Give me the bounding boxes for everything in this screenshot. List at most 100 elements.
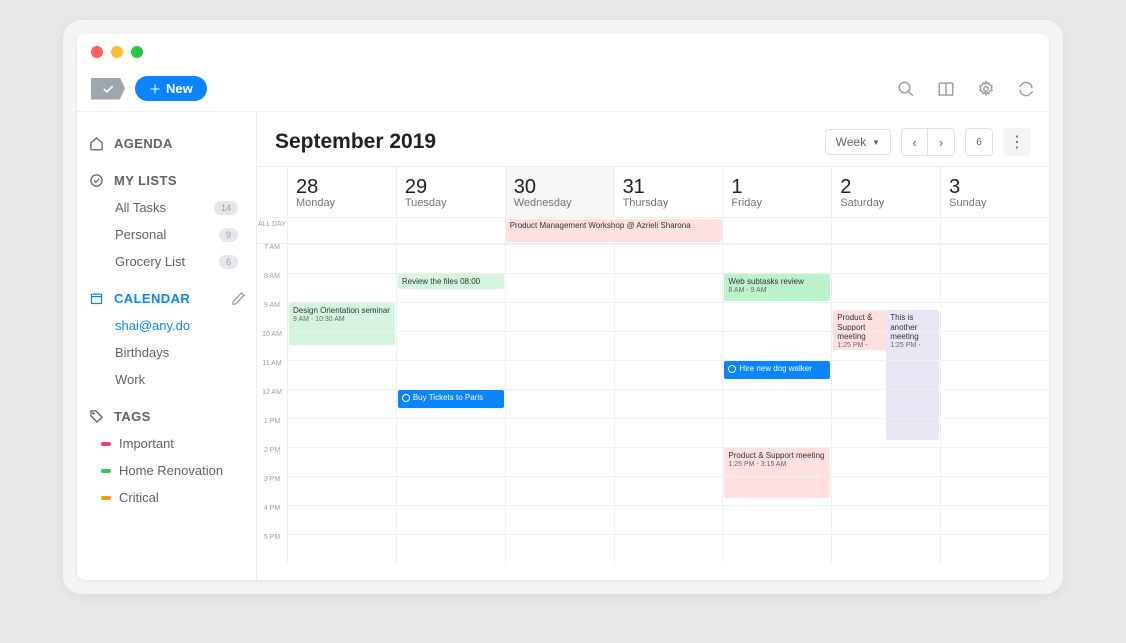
grid-cell[interactable] [722, 244, 831, 273]
app-badge[interactable] [91, 78, 125, 100]
grid-cell[interactable] [287, 476, 396, 505]
grid-cell[interactable] [614, 389, 723, 418]
sidebar-item-shai[interactable]: shai@any.do [89, 312, 256, 339]
calendar-event[interactable]: Review the files 08:00 [398, 274, 504, 289]
day-header-sun[interactable]: 3Sunday [940, 167, 1049, 217]
grid-cell[interactable] [505, 418, 614, 447]
grid-cell[interactable] [940, 447, 1049, 476]
pencil-icon[interactable] [231, 291, 246, 306]
grid-cell[interactable] [505, 476, 614, 505]
grid-cell[interactable] [940, 534, 1049, 563]
grid-cell[interactable] [287, 331, 396, 360]
book-icon[interactable] [937, 80, 955, 98]
grid-cell[interactable] [831, 244, 940, 273]
grid-cell[interactable] [831, 534, 940, 563]
grid-cell[interactable] [505, 505, 614, 534]
grid-cell[interactable] [614, 505, 723, 534]
grid-cell[interactable] [505, 360, 614, 389]
grid-cell[interactable] [614, 273, 723, 302]
grid-cell[interactable] [614, 331, 723, 360]
sidebar-agenda-header[interactable]: AGENDA [89, 130, 256, 157]
grid-cell[interactable] [940, 505, 1049, 534]
calendar-event[interactable]: Web subtasks review8 AM - 9 AM [724, 274, 830, 301]
grid-cell[interactable]: Design Orientation seminar9 AM - 10:30 A… [287, 302, 396, 331]
grid-cell[interactable] [287, 418, 396, 447]
grid-cell[interactable] [940, 418, 1049, 447]
gear-icon[interactable] [977, 80, 995, 98]
grid-cell[interactable]: Web subtasks review8 AM - 9 AM [722, 273, 831, 302]
sidebar-item-work[interactable]: Work [89, 366, 256, 393]
grid-cell[interactable]: Review the files 08:00 [396, 273, 505, 302]
day-header-wed[interactable]: 30Wednesday [505, 167, 614, 217]
minimize-window-button[interactable] [111, 46, 123, 58]
grid-cell[interactable] [722, 505, 831, 534]
grid-cell[interactable]: Buy Tickets to Paris [396, 389, 505, 418]
grid-cell[interactable] [614, 302, 723, 331]
grid-cell[interactable] [831, 389, 940, 418]
grid-cell[interactable] [505, 447, 614, 476]
grid-cell[interactable] [940, 273, 1049, 302]
grid-cell[interactable] [287, 244, 396, 273]
grid-cell[interactable] [722, 534, 831, 563]
prev-button[interactable]: ‹ [902, 129, 928, 155]
grid-cell[interactable] [505, 273, 614, 302]
grid-cell[interactable] [614, 418, 723, 447]
grid-cell[interactable] [831, 273, 940, 302]
grid-cell[interactable] [287, 273, 396, 302]
sidebar-calendar-header[interactable]: CALENDAR [89, 285, 256, 312]
grid-cell[interactable] [396, 331, 505, 360]
grid-cell[interactable] [722, 302, 831, 331]
calendar-event[interactable]: Buy Tickets to Paris [398, 390, 504, 408]
grid-cell[interactable] [722, 418, 831, 447]
grid-cell[interactable] [614, 447, 723, 476]
grid-cell[interactable] [831, 447, 940, 476]
grid-cell[interactable]: Product & Support meeting1:25 PM - 3:15T… [831, 302, 940, 331]
sidebar-mylists-header[interactable]: MY LISTS [89, 167, 256, 194]
maximize-window-button[interactable] [131, 46, 143, 58]
grid-cell[interactable] [505, 389, 614, 418]
more-menu-button[interactable]: ⋮ [1003, 128, 1031, 156]
grid-cell[interactable] [287, 360, 396, 389]
grid-cell[interactable] [722, 389, 831, 418]
grid-cell[interactable] [614, 476, 723, 505]
today-button[interactable]: 6 [965, 128, 993, 156]
grid-cell[interactable] [940, 360, 1049, 389]
grid-cell[interactable] [396, 534, 505, 563]
grid-cell[interactable] [722, 476, 831, 505]
grid-cell[interactable] [614, 360, 723, 389]
grid-cell[interactable]: Hire new dog walker [722, 360, 831, 389]
grid-cell[interactable] [396, 360, 505, 389]
close-window-button[interactable] [91, 46, 103, 58]
view-dropdown[interactable]: Week▼ [825, 129, 891, 155]
grid-cell[interactable] [614, 534, 723, 563]
new-button[interactable]: New [135, 76, 207, 101]
day-header-fri[interactable]: 1Friday [722, 167, 831, 217]
grid-cell[interactable] [505, 331, 614, 360]
day-header-tue[interactable]: 29Tuesday [396, 167, 505, 217]
grid-cell[interactable]: Product & Support meeting1:25 PM - 3:15 … [722, 447, 831, 476]
grid-cell[interactable] [505, 244, 614, 273]
sidebar-tags-header[interactable]: TAGS [89, 403, 256, 430]
day-header-sat[interactable]: 2Saturday [831, 167, 940, 217]
grid-cell[interactable] [831, 331, 940, 360]
grid-cell[interactable] [614, 244, 723, 273]
next-button[interactable]: › [928, 129, 954, 155]
day-header-mon[interactable]: 28Monday [287, 167, 396, 217]
grid-cell[interactable] [722, 331, 831, 360]
sidebar-item-grocery[interactable]: Grocery List6 [89, 248, 256, 275]
grid-cell[interactable] [287, 447, 396, 476]
grid-cell[interactable] [396, 244, 505, 273]
search-icon[interactable] [897, 80, 915, 98]
sidebar-item-personal[interactable]: Personal9 [89, 221, 256, 248]
sidebar-tag-important[interactable]: Important [89, 430, 256, 457]
calendar-event[interactable]: Hire new dog walker [724, 361, 830, 379]
grid-cell[interactable] [396, 418, 505, 447]
grid-cell[interactable] [287, 389, 396, 418]
grid-cell[interactable] [940, 389, 1049, 418]
event-allday-workshop[interactable]: Product Management Workshop @ Azrieli Sh… [506, 219, 723, 242]
grid-cell[interactable] [831, 418, 940, 447]
sidebar-tag-critical[interactable]: Critical [89, 484, 256, 511]
grid-cell[interactable] [505, 534, 614, 563]
sidebar-tag-home[interactable]: Home Renovation [89, 457, 256, 484]
grid-cell[interactable] [287, 534, 396, 563]
